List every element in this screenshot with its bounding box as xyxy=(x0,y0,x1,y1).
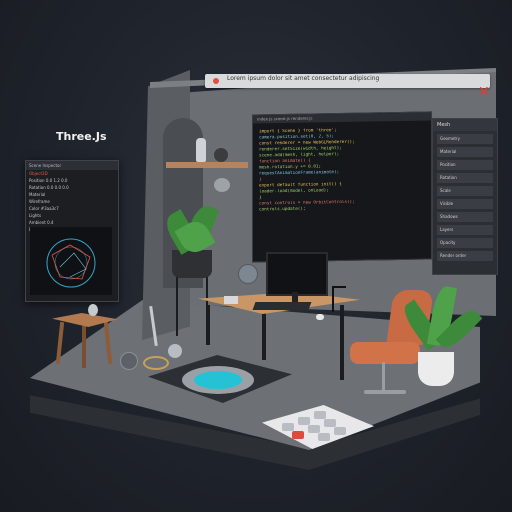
keyboard[interactable] xyxy=(252,302,312,310)
threejs-label: Three.Js xyxy=(56,130,107,143)
property-row[interactable]: Visible xyxy=(437,199,493,209)
code-area[interactable]: import { Scene } from 'three'; camera.po… xyxy=(259,127,427,214)
window-title-bar[interactable]: Lorem ipsum dolor sit amet consectetur a… xyxy=(205,74,490,88)
keypad-key[interactable] xyxy=(324,419,336,427)
mouse[interactable] xyxy=(316,314,324,320)
inspector-row[interactable]: Object3D xyxy=(26,170,118,177)
desk-leg xyxy=(262,310,266,360)
property-row[interactable]: Position xyxy=(437,160,493,170)
notepad xyxy=(224,296,238,304)
window-title: Lorem ipsum dolor sit amet consectetur a… xyxy=(227,75,380,82)
property-row[interactable]: Material xyxy=(437,147,493,157)
inspector-row[interactable]: Wireframe xyxy=(26,198,118,205)
property-row[interactable]: Layers xyxy=(437,225,493,235)
scene-inspector-panel[interactable]: Scene Inspector Object3D Position 0.0 1.2… xyxy=(25,160,119,302)
globe-object xyxy=(238,264,258,284)
window-dot-icon xyxy=(213,78,219,84)
wireframe-viewport[interactable] xyxy=(30,227,112,295)
keypad-key[interactable] xyxy=(298,417,310,425)
close-icon[interactable]: ✕ xyxy=(478,84,490,100)
keypad-key[interactable] xyxy=(314,411,326,419)
wireframe-graphic xyxy=(46,238,96,288)
floor-sphere xyxy=(120,352,138,370)
stool-leg xyxy=(82,326,86,368)
property-row[interactable]: Opacity xyxy=(437,238,493,248)
kettle-object xyxy=(214,148,228,162)
desk-lamp xyxy=(332,286,346,312)
desk-leg xyxy=(206,305,210,345)
wall-shelf xyxy=(166,162,248,168)
inspector-row[interactable]: Lights xyxy=(26,212,118,219)
property-row[interactable]: Rotation xyxy=(437,173,493,183)
inspector-row[interactable]: Color #3aa3c7 xyxy=(26,205,118,212)
white-plant-pot xyxy=(418,352,454,386)
hanging-sphere xyxy=(214,178,230,192)
desk-leg xyxy=(340,305,344,380)
inspector-row[interactable]: Material xyxy=(26,191,118,198)
floor-ball xyxy=(168,344,182,358)
inspector-row[interactable]: Position 0.0 1.2 0.0 xyxy=(26,177,118,184)
property-row[interactable]: Scale xyxy=(437,186,493,196)
chair-seat xyxy=(350,342,420,364)
code-editor-panel[interactable]: index.js scene.js renderer.js import { S… xyxy=(252,111,432,263)
floor-ring xyxy=(143,356,169,370)
inspector-header: Scene Inspector xyxy=(26,161,118,170)
property-row[interactable]: Geometry xyxy=(437,134,493,144)
property-row[interactable]: Shadows xyxy=(437,212,493,222)
monitor xyxy=(266,252,328,296)
3d-room-scene: Lorem ipsum dolor sit amet consectetur a… xyxy=(0,0,512,512)
keypad-key[interactable] xyxy=(308,425,320,433)
inspector-row[interactable]: Ambient 0.4 xyxy=(26,219,118,226)
stool-ornament xyxy=(88,304,98,316)
chair-pole xyxy=(382,362,385,392)
monitor-stand xyxy=(292,292,298,302)
keypad-key-red[interactable] xyxy=(292,431,304,439)
keypad-key[interactable] xyxy=(318,433,330,441)
properties-panel[interactable]: Mesh Geometry Material Position Rotation Sca… xyxy=(432,118,498,275)
chair-base xyxy=(364,390,406,394)
properties-header: Mesh xyxy=(433,119,497,131)
plant-pot xyxy=(172,250,212,278)
inspector-row[interactable]: Rotation 0.0 0.0 0.0 xyxy=(26,184,118,191)
property-row[interactable]: Render order xyxy=(437,251,493,261)
pad-glow-core[interactable] xyxy=(194,371,242,389)
bottle-object xyxy=(196,138,206,162)
keypad-key[interactable] xyxy=(282,423,294,431)
editor-tabs[interactable]: index.js scene.js renderer.js xyxy=(253,112,431,124)
plant-stand-leg xyxy=(176,276,178,336)
keypad-key[interactable] xyxy=(334,427,346,435)
